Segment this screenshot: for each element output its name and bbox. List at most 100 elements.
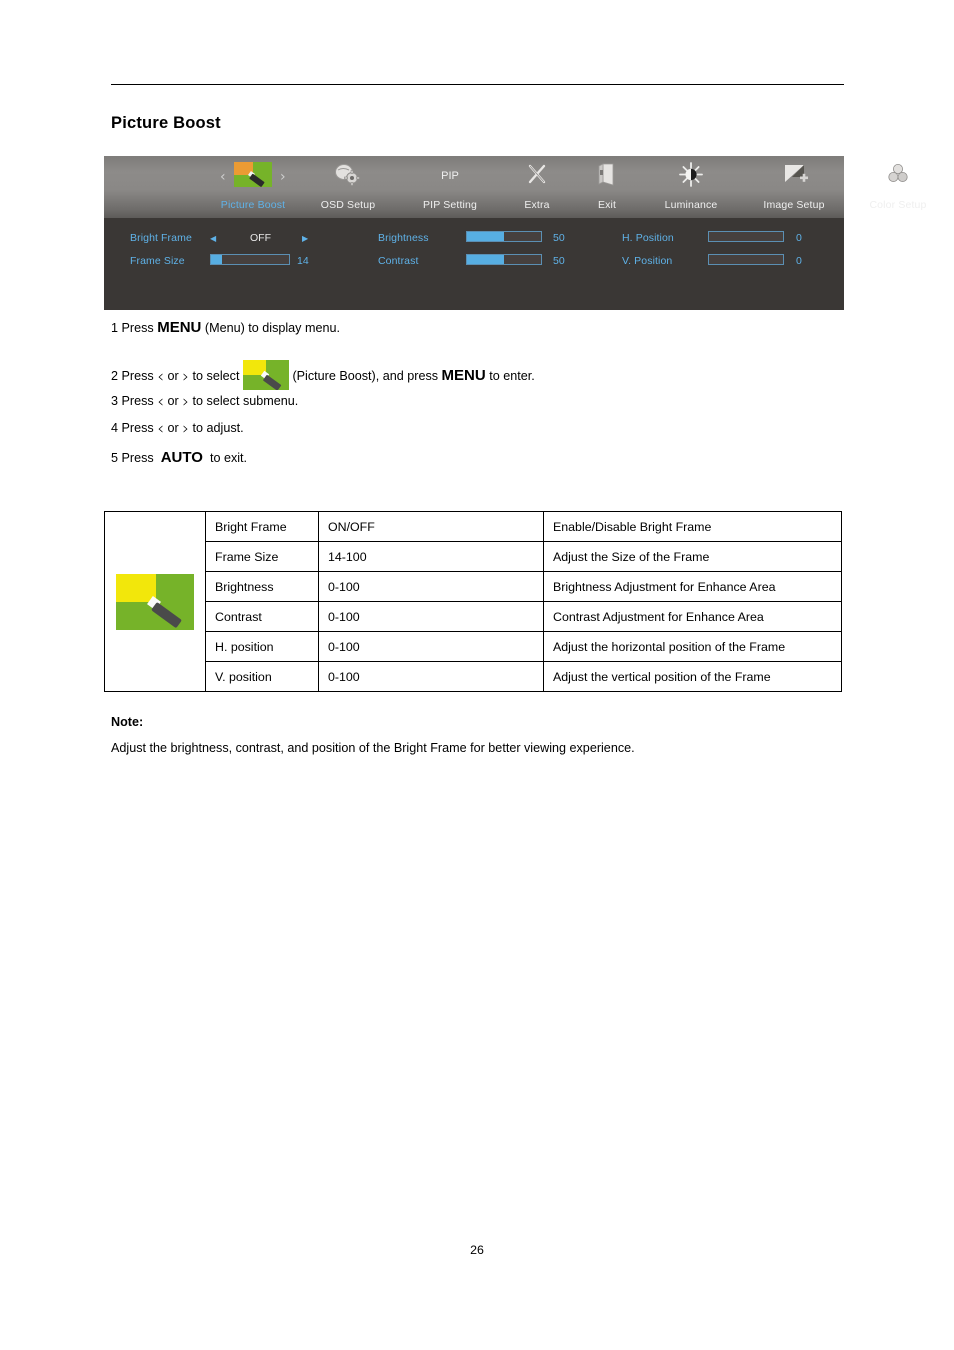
v-position-value: 0: [796, 255, 802, 267]
step-1-number: 1: [111, 321, 119, 335]
instruction-step-2: 2 Press ‹ or › to select (Picture Boost)…: [111, 360, 535, 390]
step-2-post: to enter.: [485, 369, 535, 383]
header-divider: [111, 84, 844, 85]
step-2-to-select: to select: [189, 369, 243, 383]
spec-row-name: Frame Size: [205, 541, 319, 572]
table-row: Bright Frame ON/OFF Enable/Disable Brigh…: [104, 511, 842, 692]
table-row: Brightness 0-100 Brightness Adjustment f…: [105, 571, 842, 602]
step-5-number: 5: [111, 451, 119, 465]
chevron-left-icon[interactable]: ‹: [220, 170, 226, 184]
step-5-pre: Press: [121, 451, 158, 465]
table-row: Frame Size 14-100 Adjust the Size of the…: [105, 541, 842, 572]
osd-item-color-setup[interactable]: Color Setup: [848, 156, 948, 218]
bright-frame-value: OFF: [250, 232, 271, 244]
control-label-brightness: Brightness: [378, 232, 429, 244]
picture-boost-tile-icon: [116, 573, 194, 630]
exit-door-icon: [587, 161, 627, 188]
osd-item-label: PIP Setting: [423, 199, 477, 211]
step-2-pre: Press: [121, 369, 158, 383]
osd-item-image-setup[interactable]: Image Setup: [742, 156, 846, 218]
step-2-or: or: [164, 369, 183, 383]
spec-row-name: H. position: [205, 631, 319, 662]
step-4-post: to adjust.: [189, 421, 244, 435]
h-position-value: 0: [796, 232, 802, 244]
osd-item-label: Picture Boost: [220, 199, 286, 211]
osd-item-label: Exit: [597, 199, 617, 211]
extra-scissors-icon: [517, 161, 557, 188]
spec-row-description: Enable/Disable Bright Frame: [543, 511, 842, 542]
bright-frame-right-arrow-icon[interactable]: ▶: [302, 235, 308, 243]
osd-item-osd-setup[interactable]: OSD Setup: [302, 156, 394, 218]
instruction-step-1: 1 Press MENU (Menu) to display menu.: [111, 319, 340, 336]
osd-item-picture-boost[interactable]: ‹ › Picture Boost: [208, 156, 298, 218]
osd-item-luminance[interactable]: Luminance: [642, 156, 740, 218]
step-2-number: 2: [111, 369, 119, 383]
step-3-or: or: [164, 394, 183, 408]
h-position-slider[interactable]: [708, 231, 784, 242]
step-1-key: MENU: [157, 319, 202, 336]
frame-size-slider[interactable]: [210, 254, 290, 265]
spec-table-icon-cell: [104, 511, 206, 692]
v-position-slider[interactable]: [708, 254, 784, 265]
table-row: H. position 0-100 Adjust the horizontal …: [105, 631, 842, 662]
table-row: Contrast 0-100 Contrast Adjustment for E…: [105, 601, 842, 632]
bright-frame-left-arrow-icon[interactable]: ◀: [210, 235, 216, 243]
chevron-left-icon: ‹: [157, 367, 165, 387]
step-2-key: MENU: [441, 367, 486, 384]
page-title: Picture Boost: [111, 114, 221, 132]
spec-row-name: Brightness: [205, 571, 319, 602]
osd-item-exit[interactable]: Exit: [568, 156, 646, 218]
instruction-step-4: 4 Press ‹ or › to adjust.: [111, 421, 244, 438]
spec-row-name: Bright Frame: [205, 511, 319, 542]
brightness-slider[interactable]: [466, 231, 542, 242]
chevron-left-icon: ‹: [157, 392, 165, 412]
step-4-pre: Press: [121, 421, 158, 435]
instruction-step-3: 3 Press ‹ or › to select submenu.: [111, 394, 298, 411]
osd-item-label: Luminance: [664, 199, 718, 211]
picture-boost-tile-icon: [234, 162, 272, 187]
spec-row-description: Adjust the horizontal position of the Fr…: [543, 631, 842, 662]
step-2-after-icon: (Picture Boost), and press: [288, 369, 442, 383]
spec-row-name: Contrast: [205, 601, 319, 632]
spec-row-range: 0-100: [318, 571, 544, 602]
spec-row-description: Contrast Adjustment for Enhance Area: [543, 601, 842, 632]
control-label-contrast: Contrast: [378, 255, 419, 267]
control-label-v-position: V. Position: [622, 255, 673, 267]
spec-row-description: Brightness Adjustment for Enhance Area: [543, 571, 842, 602]
contrast-value: 50: [553, 255, 565, 267]
note-title: Note:: [111, 715, 144, 729]
step-5-key: AUTO: [160, 449, 203, 466]
step-3-post: to select submenu.: [189, 394, 299, 408]
osd-item-pip-setting[interactable]: PIP PIP Setting: [400, 156, 500, 218]
step-3-pre: Press: [121, 394, 158, 408]
table-row: V. position 0-100 Adjust the vertical po…: [105, 661, 842, 692]
note-body: Adjust the brightness, contrast, and pos…: [111, 741, 635, 755]
spec-row-range: ON/OFF: [318, 511, 544, 542]
osd-item-label: OSD Setup: [320, 199, 376, 211]
osd-menu-bar: ‹ › Picture Boost OSD Setup PIP PIP Sett…: [104, 156, 926, 218]
spec-row-range: 0-100: [318, 661, 544, 692]
color-setup-icon: [878, 161, 918, 188]
step-4-number: 4: [111, 421, 119, 435]
control-label-h-position: H. Position: [622, 232, 674, 244]
instruction-step-5: 5 Press AUTO to exit.: [111, 449, 247, 466]
step-1-post: (Menu) to display menu.: [201, 321, 340, 335]
spec-row-range: 0-100: [318, 601, 544, 632]
brightness-value: 50: [553, 232, 565, 244]
frame-size-value: 14: [297, 255, 309, 267]
osd-item-label: Image Setup: [763, 199, 825, 211]
control-label-bright-frame: Bright Frame: [130, 232, 192, 244]
control-label-frame-size: Frame Size: [130, 255, 185, 267]
chevron-left-icon: ‹: [157, 419, 165, 439]
osd-controls-area: Bright Frame ◀ OFF ▶ Frame Size 14 Brigh…: [104, 218, 844, 310]
chevron-right-icon[interactable]: ›: [280, 170, 286, 184]
image-setup-icon: [774, 161, 814, 188]
spec-row-description: Adjust the Size of the Frame: [543, 541, 842, 572]
page-number: 26: [470, 1243, 484, 1257]
osd-setup-icon: [328, 161, 368, 188]
osd-item-label: Color Setup: [869, 199, 927, 211]
spec-row-name: V. position: [205, 661, 319, 692]
picture-boost-spec-table: Bright Frame ON/OFF Enable/Disable Brigh…: [104, 511, 842, 692]
pip-text-icon: PIP: [441, 170, 459, 182]
contrast-slider[interactable]: [466, 254, 542, 265]
